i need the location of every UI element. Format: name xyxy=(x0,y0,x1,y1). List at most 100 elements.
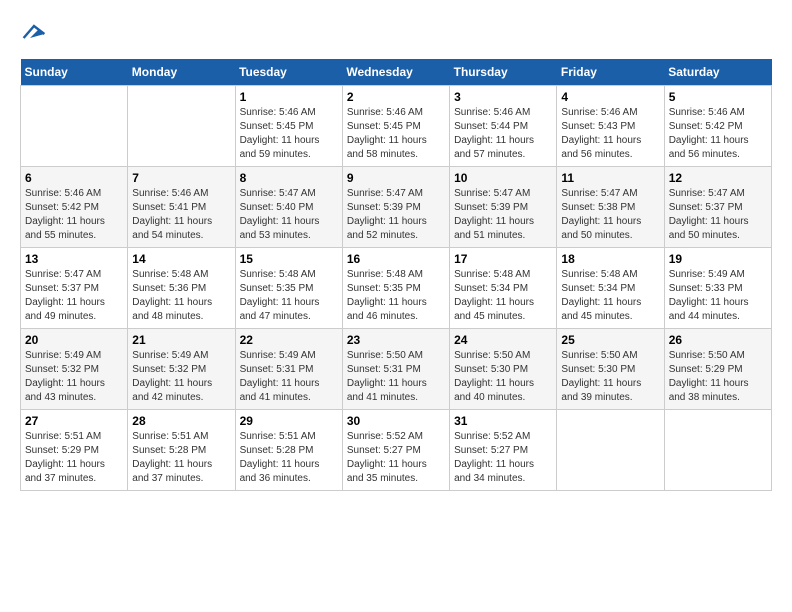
calendar-week-row: 20 Sunrise: 5:49 AM Sunset: 5:32 PM Dayli… xyxy=(21,329,772,410)
day-info: Sunrise: 5:49 AM Sunset: 5:32 PM Dayligh… xyxy=(132,349,230,405)
day-number: 11 xyxy=(561,171,659,185)
day-info: Sunrise: 5:46 AM Sunset: 5:42 PM Dayligh… xyxy=(669,106,767,162)
day-info: Sunrise: 5:50 AM Sunset: 5:29 PM Dayligh… xyxy=(669,349,767,405)
calendar-cell xyxy=(664,410,771,491)
calendar-cell: 31 Sunrise: 5:52 AM Sunset: 5:27 PM Dayli… xyxy=(450,410,557,491)
day-number: 4 xyxy=(561,90,659,104)
calendar-cell: 22 Sunrise: 5:49 AM Sunset: 5:31 PM Dayli… xyxy=(235,329,342,410)
day-number: 26 xyxy=(669,333,767,347)
calendar-cell: 18 Sunrise: 5:48 AM Sunset: 5:34 PM Dayli… xyxy=(557,248,664,329)
day-info: Sunrise: 5:48 AM Sunset: 5:34 PM Dayligh… xyxy=(561,268,659,324)
calendar-cell: 19 Sunrise: 5:49 AM Sunset: 5:33 PM Dayli… xyxy=(664,248,771,329)
day-info: Sunrise: 5:52 AM Sunset: 5:27 PM Dayligh… xyxy=(454,430,552,486)
day-info: Sunrise: 5:48 AM Sunset: 5:36 PM Dayligh… xyxy=(132,268,230,324)
calendar-cell: 28 Sunrise: 5:51 AM Sunset: 5:28 PM Dayli… xyxy=(128,410,235,491)
weekday-header: Sunday xyxy=(21,59,128,86)
weekday-header: Wednesday xyxy=(342,59,449,86)
logo-text xyxy=(20,20,46,49)
day-info: Sunrise: 5:50 AM Sunset: 5:30 PM Dayligh… xyxy=(561,349,659,405)
day-info: Sunrise: 5:47 AM Sunset: 5:39 PM Dayligh… xyxy=(347,187,445,243)
day-number: 22 xyxy=(240,333,338,347)
calendar-cell: 21 Sunrise: 5:49 AM Sunset: 5:32 PM Dayli… xyxy=(128,329,235,410)
day-info: Sunrise: 5:47 AM Sunset: 5:39 PM Dayligh… xyxy=(454,187,552,243)
weekday-header: Thursday xyxy=(450,59,557,86)
calendar-cell: 24 Sunrise: 5:50 AM Sunset: 5:30 PM Dayli… xyxy=(450,329,557,410)
day-number: 29 xyxy=(240,414,338,428)
calendar-cell: 6 Sunrise: 5:46 AM Sunset: 5:42 PM Daylig… xyxy=(21,167,128,248)
day-info: Sunrise: 5:50 AM Sunset: 5:30 PM Dayligh… xyxy=(454,349,552,405)
day-number: 9 xyxy=(347,171,445,185)
calendar-cell: 29 Sunrise: 5:51 AM Sunset: 5:28 PM Dayli… xyxy=(235,410,342,491)
calendar-week-row: 13 Sunrise: 5:47 AM Sunset: 5:37 PM Dayli… xyxy=(21,248,772,329)
day-info: Sunrise: 5:49 AM Sunset: 5:32 PM Dayligh… xyxy=(25,349,123,405)
day-number: 21 xyxy=(132,333,230,347)
day-number: 31 xyxy=(454,414,552,428)
day-info: Sunrise: 5:50 AM Sunset: 5:31 PM Dayligh… xyxy=(347,349,445,405)
calendar-cell: 1 Sunrise: 5:46 AM Sunset: 5:45 PM Daylig… xyxy=(235,86,342,167)
day-info: Sunrise: 5:51 AM Sunset: 5:28 PM Dayligh… xyxy=(240,430,338,486)
day-info: Sunrise: 5:46 AM Sunset: 5:45 PM Dayligh… xyxy=(240,106,338,162)
day-number: 14 xyxy=(132,252,230,266)
day-info: Sunrise: 5:48 AM Sunset: 5:35 PM Dayligh… xyxy=(347,268,445,324)
calendar-cell xyxy=(557,410,664,491)
calendar-cell: 25 Sunrise: 5:50 AM Sunset: 5:30 PM Dayli… xyxy=(557,329,664,410)
calendar-week-row: 27 Sunrise: 5:51 AM Sunset: 5:29 PM Dayli… xyxy=(21,410,772,491)
day-number: 12 xyxy=(669,171,767,185)
calendar-cell: 12Sunrise: 5:47 AM Sunset: 5:37 PM Dayli… xyxy=(664,167,771,248)
day-info: Sunrise: 5:52 AM Sunset: 5:27 PM Dayligh… xyxy=(347,430,445,486)
calendar-cell: 7 Sunrise: 5:46 AM Sunset: 5:41 PM Daylig… xyxy=(128,167,235,248)
day-info: Sunrise: 5:48 AM Sunset: 5:35 PM Dayligh… xyxy=(240,268,338,324)
calendar-cell: 3Sunrise: 5:46 AM Sunset: 5:44 PM Daylig… xyxy=(450,86,557,167)
day-number: 13 xyxy=(25,252,123,266)
day-number: 28 xyxy=(132,414,230,428)
day-number: 23 xyxy=(347,333,445,347)
calendar-cell: 17Sunrise: 5:48 AM Sunset: 5:34 PM Dayli… xyxy=(450,248,557,329)
calendar-header-row: SundayMondayTuesdayWednesdayThursdayFrid… xyxy=(21,59,772,86)
calendar-cell: 13 Sunrise: 5:47 AM Sunset: 5:37 PM Dayli… xyxy=(21,248,128,329)
calendar-cell: 10 Sunrise: 5:47 AM Sunset: 5:39 PM Dayli… xyxy=(450,167,557,248)
calendar-cell: 9 Sunrise: 5:47 AM Sunset: 5:39 PM Daylig… xyxy=(342,167,449,248)
day-info: Sunrise: 5:47 AM Sunset: 5:38 PM Dayligh… xyxy=(561,187,659,243)
day-number: 8 xyxy=(240,171,338,185)
calendar-cell: 4 Sunrise: 5:46 AM Sunset: 5:43 PM Daylig… xyxy=(557,86,664,167)
day-number: 27 xyxy=(25,414,123,428)
day-number: 7 xyxy=(132,171,230,185)
calendar-cell: 14 Sunrise: 5:48 AM Sunset: 5:36 PM Dayli… xyxy=(128,248,235,329)
day-number: 19 xyxy=(669,252,767,266)
page-header xyxy=(20,20,772,49)
weekday-header: Monday xyxy=(128,59,235,86)
logo-icon xyxy=(22,20,46,44)
calendar-cell: 23 Sunrise: 5:50 AM Sunset: 5:31 PM Dayli… xyxy=(342,329,449,410)
day-info: Sunrise: 5:49 AM Sunset: 5:33 PM Dayligh… xyxy=(669,268,767,324)
weekday-header: Friday xyxy=(557,59,664,86)
calendar-cell xyxy=(21,86,128,167)
day-info: Sunrise: 5:46 AM Sunset: 5:44 PM Dayligh… xyxy=(454,106,552,162)
day-number: 10 xyxy=(454,171,552,185)
logo xyxy=(20,20,46,49)
calendar-cell xyxy=(128,86,235,167)
calendar-cell: 16Sunrise: 5:48 AM Sunset: 5:35 PM Dayli… xyxy=(342,248,449,329)
day-info: Sunrise: 5:51 AM Sunset: 5:28 PM Dayligh… xyxy=(132,430,230,486)
calendar-cell: 26 Sunrise: 5:50 AM Sunset: 5:29 PM Dayli… xyxy=(664,329,771,410)
calendar-cell: 11 Sunrise: 5:47 AM Sunset: 5:38 PM Dayli… xyxy=(557,167,664,248)
day-info: Sunrise: 5:46 AM Sunset: 5:41 PM Dayligh… xyxy=(132,187,230,243)
day-number: 1 xyxy=(240,90,338,104)
day-number: 18 xyxy=(561,252,659,266)
day-number: 17 xyxy=(454,252,552,266)
calendar-cell: 8Sunrise: 5:47 AM Sunset: 5:40 PM Daylig… xyxy=(235,167,342,248)
day-number: 25 xyxy=(561,333,659,347)
day-info: Sunrise: 5:46 AM Sunset: 5:45 PM Dayligh… xyxy=(347,106,445,162)
calendar-cell: 5 Sunrise: 5:46 AM Sunset: 5:42 PM Daylig… xyxy=(664,86,771,167)
day-info: Sunrise: 5:47 AM Sunset: 5:37 PM Dayligh… xyxy=(25,268,123,324)
day-number: 24 xyxy=(454,333,552,347)
day-info: Sunrise: 5:46 AM Sunset: 5:43 PM Dayligh… xyxy=(561,106,659,162)
day-info: Sunrise: 5:46 AM Sunset: 5:42 PM Dayligh… xyxy=(25,187,123,243)
calendar-cell: 2Sunrise: 5:46 AM Sunset: 5:45 PM Daylig… xyxy=(342,86,449,167)
weekday-header: Tuesday xyxy=(235,59,342,86)
day-number: 6 xyxy=(25,171,123,185)
day-number: 5 xyxy=(669,90,767,104)
day-number: 20 xyxy=(25,333,123,347)
day-info: Sunrise: 5:51 AM Sunset: 5:29 PM Dayligh… xyxy=(25,430,123,486)
day-info: Sunrise: 5:49 AM Sunset: 5:31 PM Dayligh… xyxy=(240,349,338,405)
calendar: SundayMondayTuesdayWednesdayThursdayFrid… xyxy=(20,59,772,491)
